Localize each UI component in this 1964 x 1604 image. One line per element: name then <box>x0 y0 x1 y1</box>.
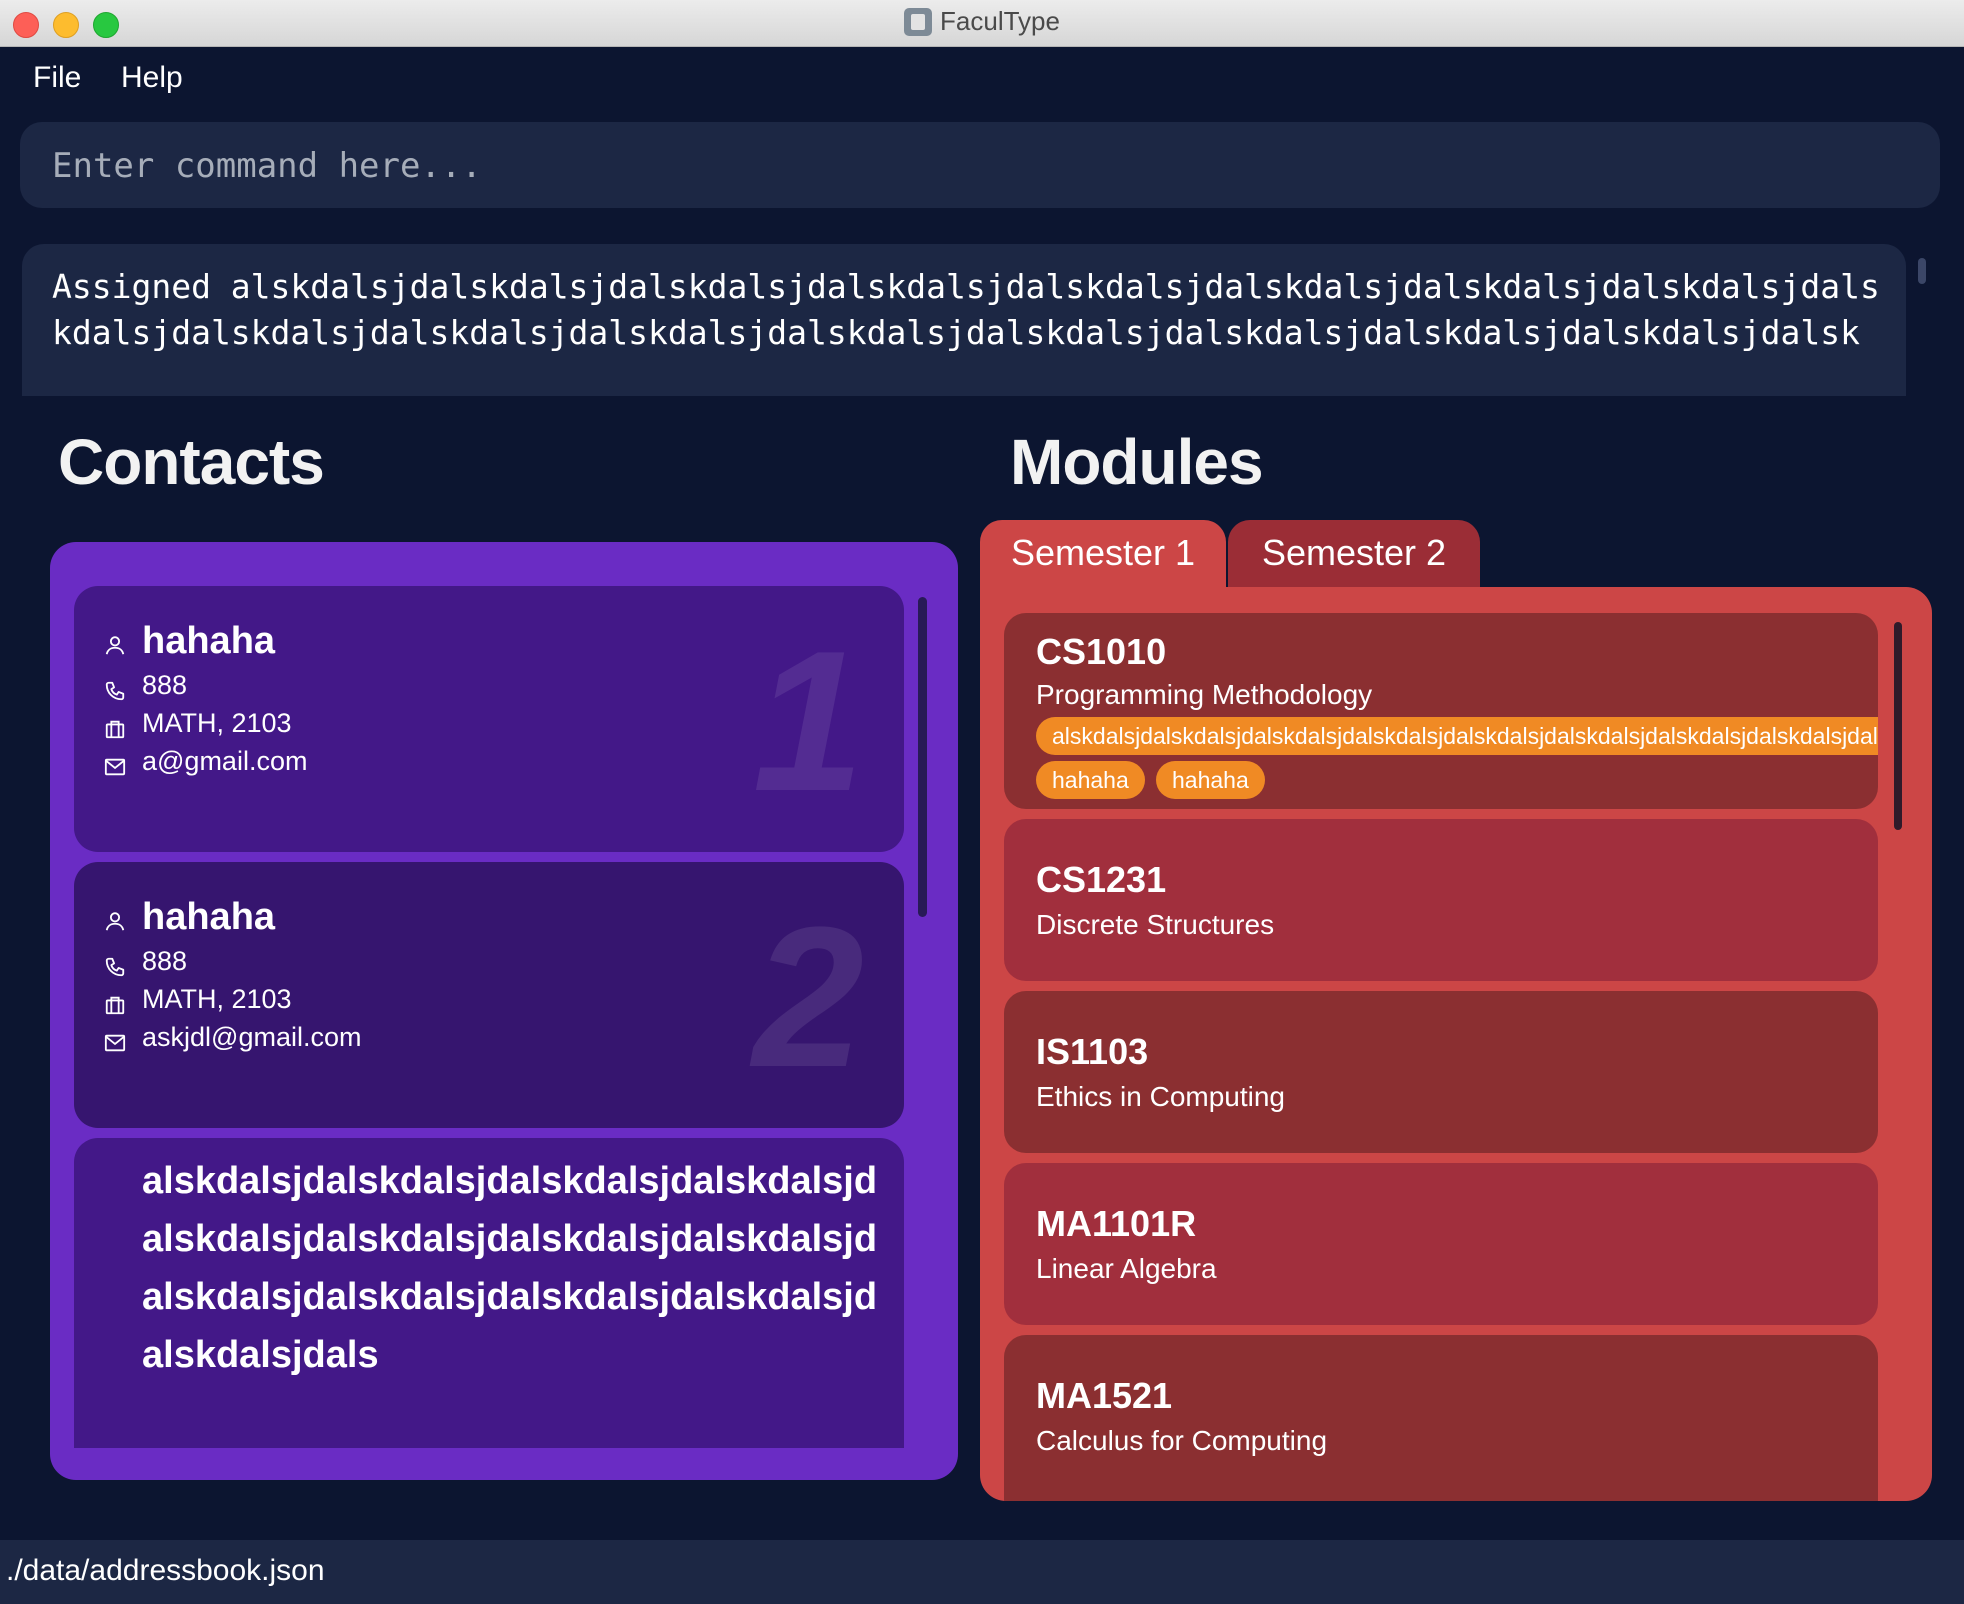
status-path: ./data/addressbook.json <box>6 1554 325 1587</box>
contact-phone: 888 <box>142 946 188 976</box>
menu-help[interactable]: Help <box>113 57 191 99</box>
contact-card[interactable]: hahaha 888 MATH, 2103 askjdl@gmail.com 2 <box>74 862 904 1128</box>
contact-module: MATH, 2103 <box>142 708 292 738</box>
app-window: FaculType File Help Assigned alskdalsjda… <box>0 0 1964 1604</box>
result-scrollbar[interactable] <box>1918 258 1926 284</box>
briefcase-icon <box>105 996 125 1015</box>
modules-heading: Modules <box>1010 426 1264 498</box>
contact-module: MATH, 2103 <box>142 984 292 1014</box>
module-code: CS1231 <box>1036 859 1167 900</box>
command-input[interactable] <box>50 140 1914 192</box>
contact-email: a@gmail.com <box>142 746 308 776</box>
person-icon <box>105 912 125 931</box>
contact-name: hahaha <box>142 896 276 938</box>
result-display: Assigned alskdalsjdalskdalsjdalskdalsjda… <box>22 244 1906 396</box>
contact-name: hahaha <box>142 620 276 662</box>
command-box <box>20 122 1940 208</box>
module-title: Ethics in Computing <box>1036 1081 1286 1112</box>
module-tag: hahaha <box>1036 761 1145 799</box>
modules-scrollbar[interactable] <box>1894 622 1902 830</box>
module-code: MA1521 <box>1036 1375 1173 1416</box>
mail-icon <box>104 758 126 776</box>
phone-icon <box>105 957 125 977</box>
contact-index: 2 <box>752 886 864 1109</box>
module-card[interactable]: IS1103 Ethics in Computing <box>1004 991 1878 1153</box>
tab-semester-1[interactable]: Semester 1 <box>980 520 1226 588</box>
window-title-wrap: FaculType <box>0 6 1964 37</box>
module-tag: alskdalsjdalskdalsjdalskdalsjdalskdalsjd… <box>1036 717 1878 755</box>
status-bar: ./data/addressbook.json <box>0 1540 1964 1604</box>
module-code: MA1101R <box>1036 1203 1197 1244</box>
app-icon <box>904 8 933 36</box>
phone-icon <box>105 681 125 701</box>
briefcase-icon <box>105 720 125 739</box>
mail-icon <box>104 1034 126 1052</box>
module-title: Linear Algebra <box>1036 1253 1217 1284</box>
module-title: Calculus for Computing <box>1036 1425 1328 1456</box>
module-card[interactable]: CS1231 Discrete Structures <box>1004 819 1878 981</box>
contacts-heading: Contacts <box>58 426 325 498</box>
menu-file[interactable]: File <box>25 57 89 99</box>
modules-panel: CS1010 Programming Methodology alskdalsj… <box>980 587 1932 1501</box>
module-code: CS1010 <box>1036 631 1167 672</box>
contact-card[interactable]: alskdalsjdalskdalsjdalskdalsjdalskdalsjd… <box>74 1138 904 1448</box>
contact-phone: 888 <box>142 670 188 700</box>
contact-name: alskdalsjdalskdalsjdalskdalsjdalskdalsjd… <box>142 1160 878 1376</box>
module-card[interactable]: CS1010 Programming Methodology alskdalsj… <box>1004 613 1878 809</box>
module-code: IS1103 <box>1036 1031 1149 1072</box>
module-card[interactable]: MA1521 Calculus for Computing <box>1004 1335 1878 1501</box>
title-bar: FaculType <box>0 0 1964 47</box>
window-title: FaculType <box>940 6 1060 36</box>
contact-email: askjdl@gmail.com <box>142 1022 362 1052</box>
module-card[interactable]: MA1101R Linear Algebra <box>1004 1163 1878 1325</box>
contact-index: 1 <box>752 610 864 833</box>
module-tag: hahaha <box>1156 761 1265 799</box>
module-title: Discrete Structures <box>1036 909 1275 940</box>
contacts-scrollbar[interactable] <box>918 597 927 917</box>
menu-bar: File Help <box>0 47 1964 109</box>
tab-semester-2[interactable]: Semester 2 <box>1228 520 1480 588</box>
contacts-panel: hahaha 888 MATH, 2103 a@gmail.com 1 haha… <box>50 542 958 1480</box>
result-text: Assigned alskdalsjdalskdalsjdalskdalsjda… <box>52 267 1880 352</box>
person-icon <box>105 636 125 655</box>
contact-card[interactable]: hahaha 888 MATH, 2103 a@gmail.com 1 <box>74 586 904 852</box>
module-title: Programming Methodology <box>1036 679 1373 710</box>
